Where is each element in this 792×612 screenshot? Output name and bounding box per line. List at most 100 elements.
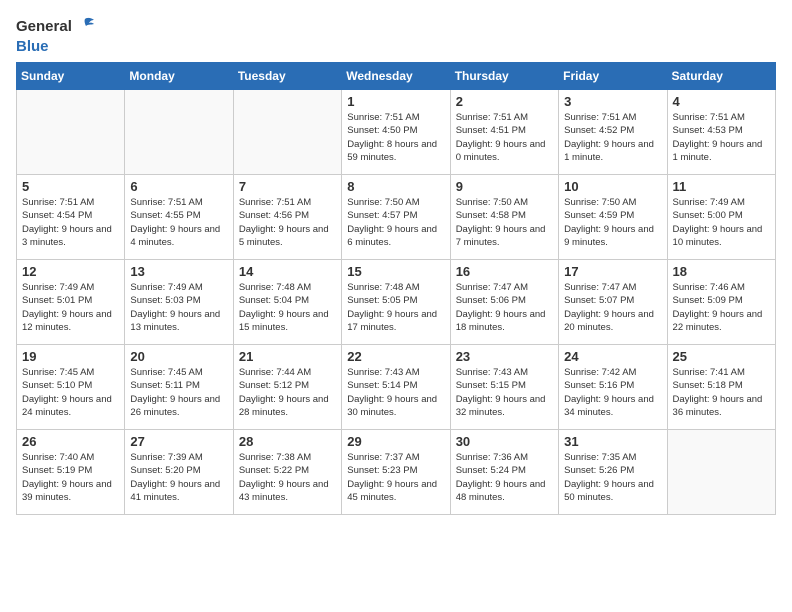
day-info: Sunrise: 7:51 AM Sunset: 4:55 PM Dayligh… xyxy=(130,196,227,249)
page-header: General Blue xyxy=(16,16,776,56)
day-number: 7 xyxy=(239,179,336,194)
calendar-table: SundayMondayTuesdayWednesdayThursdayFrid… xyxy=(16,62,776,515)
calendar-cell: 17 Sunrise: 7:47 AM Sunset: 5:07 PM Dayli… xyxy=(559,260,667,345)
day-info: Sunrise: 7:49 AM Sunset: 5:01 PM Dayligh… xyxy=(22,281,119,334)
calendar-cell: 23 Sunrise: 7:43 AM Sunset: 5:15 PM Dayli… xyxy=(450,345,558,430)
day-info: Sunrise: 7:39 AM Sunset: 5:20 PM Dayligh… xyxy=(130,451,227,504)
day-info: Sunrise: 7:44 AM Sunset: 5:12 PM Dayligh… xyxy=(239,366,336,419)
calendar-cell: 15 Sunrise: 7:48 AM Sunset: 5:05 PM Dayli… xyxy=(342,260,450,345)
week-row-5: 26 Sunrise: 7:40 AM Sunset: 5:19 PM Dayli… xyxy=(17,430,776,515)
day-info: Sunrise: 7:50 AM Sunset: 4:58 PM Dayligh… xyxy=(456,196,553,249)
calendar-cell: 12 Sunrise: 7:49 AM Sunset: 5:01 PM Dayli… xyxy=(17,260,125,345)
day-number: 20 xyxy=(130,349,227,364)
day-number: 9 xyxy=(456,179,553,194)
calendar-cell: 10 Sunrise: 7:50 AM Sunset: 4:59 PM Dayli… xyxy=(559,175,667,260)
calendar-cell: 14 Sunrise: 7:48 AM Sunset: 5:04 PM Dayli… xyxy=(233,260,341,345)
calendar-cell: 20Sunrise: 7:45 AM Sunset: 5:11 PM Dayli… xyxy=(125,345,233,430)
week-row-2: 5Sunrise: 7:51 AM Sunset: 4:54 PM Daylig… xyxy=(17,175,776,260)
calendar-cell: 2 Sunrise: 7:51 AM Sunset: 4:51 PM Daylig… xyxy=(450,90,558,175)
calendar-cell: 27 Sunrise: 7:39 AM Sunset: 5:20 PM Dayli… xyxy=(125,430,233,515)
weekday-header-friday: Friday xyxy=(559,63,667,90)
calendar-cell xyxy=(233,90,341,175)
day-info: Sunrise: 7:49 AM Sunset: 5:00 PM Dayligh… xyxy=(673,196,770,249)
day-number: 18 xyxy=(673,264,770,279)
week-row-3: 12 Sunrise: 7:49 AM Sunset: 5:01 PM Dayli… xyxy=(17,260,776,345)
day-info: Sunrise: 7:51 AM Sunset: 4:50 PM Dayligh… xyxy=(347,111,444,164)
day-info: Sunrise: 7:47 AM Sunset: 5:07 PM Dayligh… xyxy=(564,281,661,334)
day-number: 29 xyxy=(347,434,444,449)
day-number: 3 xyxy=(564,94,661,109)
day-info: Sunrise: 7:47 AM Sunset: 5:06 PM Dayligh… xyxy=(456,281,553,334)
day-info: Sunrise: 7:51 AM Sunset: 4:53 PM Dayligh… xyxy=(673,111,770,164)
calendar-cell: 31Sunrise: 7:35 AM Sunset: 5:26 PM Dayli… xyxy=(559,430,667,515)
day-info: Sunrise: 7:41 AM Sunset: 5:18 PM Dayligh… xyxy=(673,366,770,419)
calendar-cell: 24Sunrise: 7:42 AM Sunset: 5:16 PM Dayli… xyxy=(559,345,667,430)
day-info: Sunrise: 7:40 AM Sunset: 5:19 PM Dayligh… xyxy=(22,451,119,504)
week-row-1: 1 Sunrise: 7:51 AM Sunset: 4:50 PM Daylig… xyxy=(17,90,776,175)
day-number: 8 xyxy=(347,179,444,194)
day-number: 27 xyxy=(130,434,227,449)
calendar-cell: 7 Sunrise: 7:51 AM Sunset: 4:56 PM Daylig… xyxy=(233,175,341,260)
day-number: 16 xyxy=(456,264,553,279)
day-info: Sunrise: 7:38 AM Sunset: 5:22 PM Dayligh… xyxy=(239,451,336,504)
day-info: Sunrise: 7:51 AM Sunset: 4:51 PM Dayligh… xyxy=(456,111,553,164)
calendar-cell: 30 Sunrise: 7:36 AM Sunset: 5:24 PM Dayli… xyxy=(450,430,558,515)
calendar-cell xyxy=(125,90,233,175)
day-number: 26 xyxy=(22,434,119,449)
day-number: 28 xyxy=(239,434,336,449)
calendar-cell: 1 Sunrise: 7:51 AM Sunset: 4:50 PM Daylig… xyxy=(342,90,450,175)
day-number: 23 xyxy=(456,349,553,364)
day-info: Sunrise: 7:43 AM Sunset: 5:15 PM Dayligh… xyxy=(456,366,553,419)
day-number: 22 xyxy=(347,349,444,364)
weekday-header-monday: Monday xyxy=(125,63,233,90)
calendar-cell: 11Sunrise: 7:49 AM Sunset: 5:00 PM Dayli… xyxy=(667,175,775,260)
weekday-header-row: SundayMondayTuesdayWednesdayThursdayFrid… xyxy=(17,63,776,90)
day-info: Sunrise: 7:37 AM Sunset: 5:23 PM Dayligh… xyxy=(347,451,444,504)
logo: General Blue xyxy=(16,16,96,56)
day-info: Sunrise: 7:48 AM Sunset: 5:05 PM Dayligh… xyxy=(347,281,444,334)
day-number: 14 xyxy=(239,264,336,279)
day-number: 6 xyxy=(130,179,227,194)
day-info: Sunrise: 7:51 AM Sunset: 4:52 PM Dayligh… xyxy=(564,111,661,164)
calendar-cell xyxy=(667,430,775,515)
logo-bird-icon xyxy=(74,16,96,38)
day-info: Sunrise: 7:49 AM Sunset: 5:03 PM Dayligh… xyxy=(130,281,227,334)
day-info: Sunrise: 7:50 AM Sunset: 4:59 PM Dayligh… xyxy=(564,196,661,249)
day-number: 30 xyxy=(456,434,553,449)
calendar-cell: 9 Sunrise: 7:50 AM Sunset: 4:58 PM Daylig… xyxy=(450,175,558,260)
day-number: 12 xyxy=(22,264,119,279)
calendar-cell: 18 Sunrise: 7:46 AM Sunset: 5:09 PM Dayli… xyxy=(667,260,775,345)
calendar-cell: 5Sunrise: 7:51 AM Sunset: 4:54 PM Daylig… xyxy=(17,175,125,260)
day-info: Sunrise: 7:51 AM Sunset: 4:56 PM Dayligh… xyxy=(239,196,336,249)
calendar-cell: 28 Sunrise: 7:38 AM Sunset: 5:22 PM Dayli… xyxy=(233,430,341,515)
weekday-header-wednesday: Wednesday xyxy=(342,63,450,90)
day-number: 31 xyxy=(564,434,661,449)
weekday-header-thursday: Thursday xyxy=(450,63,558,90)
day-number: 17 xyxy=(564,264,661,279)
calendar-cell: 19Sunrise: 7:45 AM Sunset: 5:10 PM Dayli… xyxy=(17,345,125,430)
calendar-cell: 6 Sunrise: 7:51 AM Sunset: 4:55 PM Daylig… xyxy=(125,175,233,260)
day-number: 21 xyxy=(239,349,336,364)
calendar-cell: 3 Sunrise: 7:51 AM Sunset: 4:52 PM Daylig… xyxy=(559,90,667,175)
week-row-4: 19Sunrise: 7:45 AM Sunset: 5:10 PM Dayli… xyxy=(17,345,776,430)
calendar-cell: 16 Sunrise: 7:47 AM Sunset: 5:06 PM Dayli… xyxy=(450,260,558,345)
day-number: 1 xyxy=(347,94,444,109)
calendar-cell: 26 Sunrise: 7:40 AM Sunset: 5:19 PM Dayli… xyxy=(17,430,125,515)
weekday-header-sunday: Sunday xyxy=(17,63,125,90)
day-number: 15 xyxy=(347,264,444,279)
calendar-cell: 13 Sunrise: 7:49 AM Sunset: 5:03 PM Dayli… xyxy=(125,260,233,345)
calendar-cell: 22 Sunrise: 7:43 AM Sunset: 5:14 PM Dayli… xyxy=(342,345,450,430)
calendar-cell: 8Sunrise: 7:50 AM Sunset: 4:57 PM Daylig… xyxy=(342,175,450,260)
day-number: 2 xyxy=(456,94,553,109)
day-info: Sunrise: 7:45 AM Sunset: 5:10 PM Dayligh… xyxy=(22,366,119,419)
calendar-cell: 29 Sunrise: 7:37 AM Sunset: 5:23 PM Dayli… xyxy=(342,430,450,515)
day-info: Sunrise: 7:43 AM Sunset: 5:14 PM Dayligh… xyxy=(347,366,444,419)
day-info: Sunrise: 7:36 AM Sunset: 5:24 PM Dayligh… xyxy=(456,451,553,504)
day-info: Sunrise: 7:46 AM Sunset: 5:09 PM Dayligh… xyxy=(673,281,770,334)
day-number: 13 xyxy=(130,264,227,279)
logo-blue-text: Blue xyxy=(16,38,96,56)
day-number: 24 xyxy=(564,349,661,364)
day-number: 10 xyxy=(564,179,661,194)
day-info: Sunrise: 7:48 AM Sunset: 5:04 PM Dayligh… xyxy=(239,281,336,334)
day-number: 5 xyxy=(22,179,119,194)
